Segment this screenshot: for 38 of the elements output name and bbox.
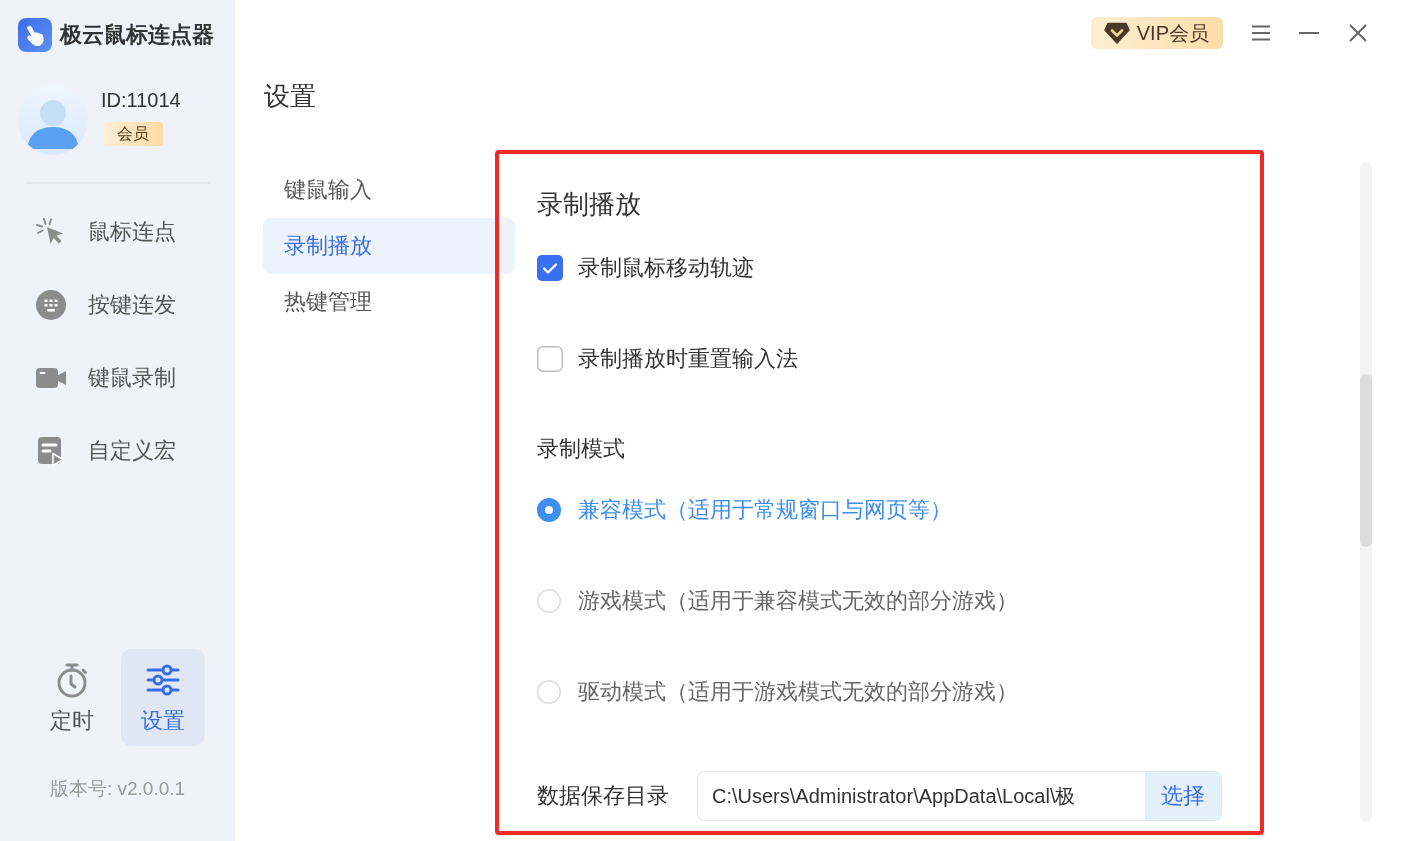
user-id: ID:11014 (101, 88, 181, 112)
close-icon[interactable] (1349, 24, 1367, 42)
radio-button[interactable] (537, 588, 561, 613)
nav-item[interactable]: 按键连发 (0, 268, 235, 341)
checkbox-label: 录制播放时重置输入法 (578, 344, 798, 373)
scrollbar-thumb[interactable] (1360, 374, 1372, 547)
checkbox[interactable] (537, 254, 563, 281)
keypad-icon (36, 289, 66, 320)
app-title: 极云鼠标连点器 (60, 21, 214, 49)
checkbox-label: 录制鼠标移动轨迹 (578, 253, 754, 282)
save-directory-label: 数据保存目录 (537, 782, 669, 810)
radio-button[interactable] (537, 679, 561, 704)
subnav-item[interactable]: 热键管理 (263, 274, 515, 330)
sidebar-tab[interactable]: 设置 (121, 649, 205, 746)
radio-label: 驱动模式（适用于游戏模式无效的部分游戏） (578, 677, 1018, 706)
radio-label: 游戏模式（适用于兼容模式无效的部分游戏） (578, 586, 1018, 615)
radio-label: 兼容模式（适用于常规窗口与网页等） (578, 495, 952, 524)
vip-button[interactable]: VIP会员 (1090, 17, 1223, 49)
page-title: 设置 (264, 81, 316, 111)
version-text: 版本号: v2.0.0.1 (48, 777, 187, 801)
member-tag: 会员 (103, 122, 163, 146)
document-play-icon (36, 435, 66, 466)
radio-button[interactable] (537, 497, 561, 522)
section-title: 录制播放 (537, 188, 641, 220)
app-logo-icon (18, 18, 52, 52)
subnav-item[interactable]: 键鼠输入 (263, 162, 515, 218)
sidebar-tab[interactable]: 定时 (30, 649, 114, 746)
diamond-icon (1103, 22, 1130, 44)
menu-icon[interactable] (1251, 25, 1271, 41)
nav-item[interactable]: 自定义宏 (0, 414, 235, 487)
nav-item[interactable]: 鼠标连点 (0, 195, 235, 268)
subnav-item[interactable]: 录制播放 (263, 218, 515, 274)
checkbox[interactable] (537, 345, 563, 372)
minimize-icon[interactable] (1299, 32, 1319, 34)
cursor-click-icon (36, 216, 66, 247)
mode-title: 录制模式 (537, 435, 625, 463)
nav-item[interactable]: 键鼠录制 (0, 341, 235, 414)
avatar (18, 85, 88, 155)
